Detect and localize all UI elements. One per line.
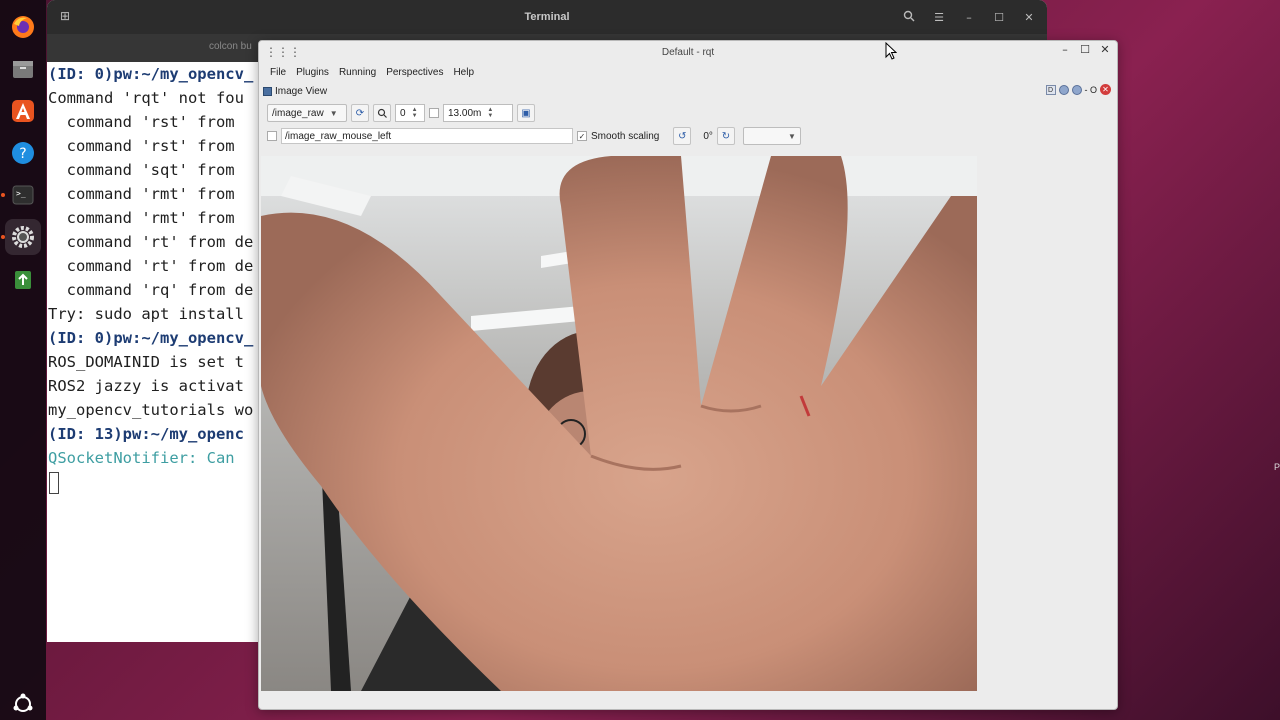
terminal-text: ROS_DOMAINID is set t: [48, 353, 244, 371]
minimize-icon[interactable]: –: [1059, 43, 1071, 56]
rotate-left-icon[interactable]: ↺: [673, 127, 692, 145]
settings-icon[interactable]: [1, 219, 41, 255]
svg-text:?: ?: [19, 146, 26, 162]
active-indicator: [1, 193, 5, 197]
smooth-scaling-label: Smooth scaling: [591, 130, 660, 142]
menu-help[interactable]: Help: [448, 67, 479, 78]
image-toolbar: /image_raw ▼ ⟳ 0 ▲ ▼ 13.00m ▲ ▼ ▣: [259, 101, 1117, 125]
max-range-spinbox[interactable]: 13.00m ▲ ▼: [443, 104, 513, 122]
plugin-header: Image View D - O ✕: [259, 81, 1117, 101]
mouse-toolbar: ✓ Smooth scaling ↺ 0° ↻ ▼: [259, 125, 1117, 147]
plugin-window-controls[interactable]: - O: [1085, 85, 1098, 95]
active-indicator: [1, 235, 5, 239]
trash-icon[interactable]: [5, 261, 41, 297]
chevron-down-icon: ▼: [788, 131, 796, 141]
close-plugin-icon[interactable]: ✕: [1100, 84, 1111, 95]
min-value-spinbox[interactable]: 0 ▲ ▼: [395, 104, 425, 122]
camera-image[interactable]: [261, 156, 977, 691]
terminal-text: command 'rst' from: [48, 137, 244, 155]
help-icon[interactable]: ?: [5, 135, 41, 171]
ubuntu-logo-icon[interactable]: [11, 692, 35, 716]
svg-text:>_: >_: [16, 189, 26, 198]
close-icon[interactable]: ✕: [1099, 43, 1111, 56]
terminal-text: ROS2 jazzy is activat: [48, 377, 244, 395]
maximize-icon[interactable]: ☐: [1079, 43, 1091, 56]
help-plugin-icon[interactable]: [1071, 84, 1082, 95]
files-icon[interactable]: [5, 51, 41, 87]
app-center-icon[interactable]: [5, 93, 41, 129]
terminal-text: command 'rmt' from: [48, 209, 244, 227]
refresh-icon[interactable]: ⟳: [351, 104, 369, 122]
terminal-text: my_opencv_tutorials wo: [48, 401, 254, 419]
rqt-title: Default - rqt: [661, 46, 715, 58]
terminal-text: command 'rst' from: [48, 113, 244, 131]
edge-text: P: [1273, 462, 1280, 472]
dock: ? >_: [0, 0, 46, 720]
menu-running[interactable]: Running: [334, 67, 381, 78]
topic-select-value: /image_raw: [272, 107, 324, 119]
terminal-text: Command 'rqt' not fou: [48, 89, 244, 107]
terminal-text: command 'rt' from de: [48, 233, 254, 251]
color-scheme-select[interactable]: ▼: [742, 127, 801, 145]
reload-plugin-icon[interactable]: [1058, 84, 1069, 95]
terminal-text: Try: sudo apt install: [48, 305, 244, 323]
rotation-value: 0°: [703, 130, 713, 142]
terminal-text: command 'rq' from de: [48, 281, 254, 299]
terminal-text: QSocketNotifier: Can: [48, 449, 244, 467]
plugin-title: Image View: [275, 85, 328, 97]
terminal-title: Terminal: [524, 11, 570, 23]
save-image-icon[interactable]: ▣: [517, 104, 535, 122]
spin-arrows-icon[interactable]: ▲ ▼: [412, 107, 418, 119]
terminal-icon[interactable]: >_: [1, 177, 41, 213]
publish-mouse-checkbox[interactable]: [267, 131, 277, 141]
camera-frame-image: [261, 156, 977, 691]
shell-prompt: (ID: 0)pw:~/my_opencv_: [48, 329, 254, 347]
terminal-text: command 'rt' from de: [48, 257, 254, 275]
debug-badge[interactable]: D: [1045, 84, 1056, 95]
topic-select[interactable]: /image_raw ▼: [267, 104, 347, 122]
image-view-icon: [263, 86, 272, 96]
chevron-down-icon: ▼: [329, 108, 338, 118]
maximize-icon[interactable]: ☐: [991, 11, 1007, 24]
shell-prompt: (ID: 0)pw:~/my_opencv_: [48, 65, 254, 83]
terminal-titlebar: ⊞ Terminal ☰ – ☐ ✕: [47, 0, 1047, 34]
shell-prompt: (ID: 13)pw:~/my_openc: [48, 425, 244, 443]
menubar: File Plugins Running Perspectives Help: [259, 63, 1117, 81]
terminal-text: command 'rmt' from: [48, 185, 244, 203]
menu-perspectives[interactable]: Perspectives: [381, 67, 448, 78]
text-cursor: [49, 471, 59, 494]
search-icon[interactable]: [901, 10, 917, 25]
smooth-scaling-checkbox[interactable]: ✓: [577, 131, 587, 141]
zoom-icon[interactable]: [373, 104, 391, 122]
terminal-tab[interactable]: colcon bu: [209, 41, 252, 52]
menu-file[interactable]: File: [265, 67, 291, 78]
dynamic-range-checkbox[interactable]: [429, 108, 439, 118]
rotate-right-icon[interactable]: ↻: [716, 127, 735, 145]
mouse-pointer-icon: [885, 42, 897, 60]
mouse-topic-input[interactable]: [281, 128, 573, 144]
terminal-text: command 'sqt' from: [48, 161, 244, 179]
firefox-icon[interactable]: [5, 9, 41, 45]
menu-icon[interactable]: ☰: [931, 11, 947, 24]
minimize-icon[interactable]: –: [961, 11, 977, 24]
menu-plugins[interactable]: Plugins: [291, 67, 334, 78]
close-icon[interactable]: ✕: [1021, 11, 1037, 24]
rqt-window: ⋮⋮⋮ Default - rqt – ☐ ✕ File Plugins Runni…: [258, 40, 1118, 710]
rqt-titlebar: ⋮⋮⋮ Default - rqt – ☐ ✕: [259, 41, 1117, 63]
max-range-value: 13.00m: [448, 107, 482, 119]
spin-arrows-icon[interactable]: ▲ ▼: [487, 107, 493, 119]
min-value: 0: [400, 107, 406, 119]
